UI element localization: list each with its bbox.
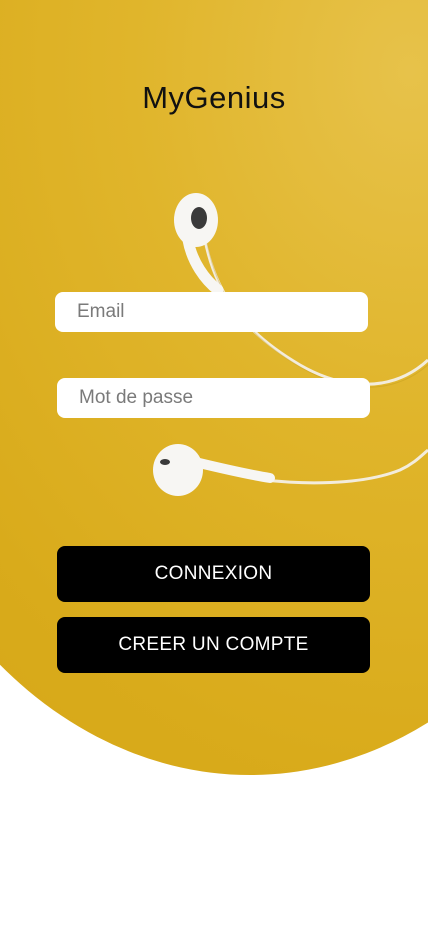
- app-title: MyGenius: [142, 80, 286, 115]
- password-field[interactable]: [57, 378, 370, 418]
- login-screen: MyGenius CONNEXION CREER UN COMPTE: [0, 0, 428, 926]
- password-input[interactable]: [77, 386, 350, 410]
- login-button[interactable]: CONNEXION: [57, 546, 370, 602]
- create-account-button[interactable]: CREER UN COMPTE: [57, 617, 370, 673]
- email-input[interactable]: [75, 300, 348, 324]
- email-field[interactable]: [55, 292, 368, 332]
